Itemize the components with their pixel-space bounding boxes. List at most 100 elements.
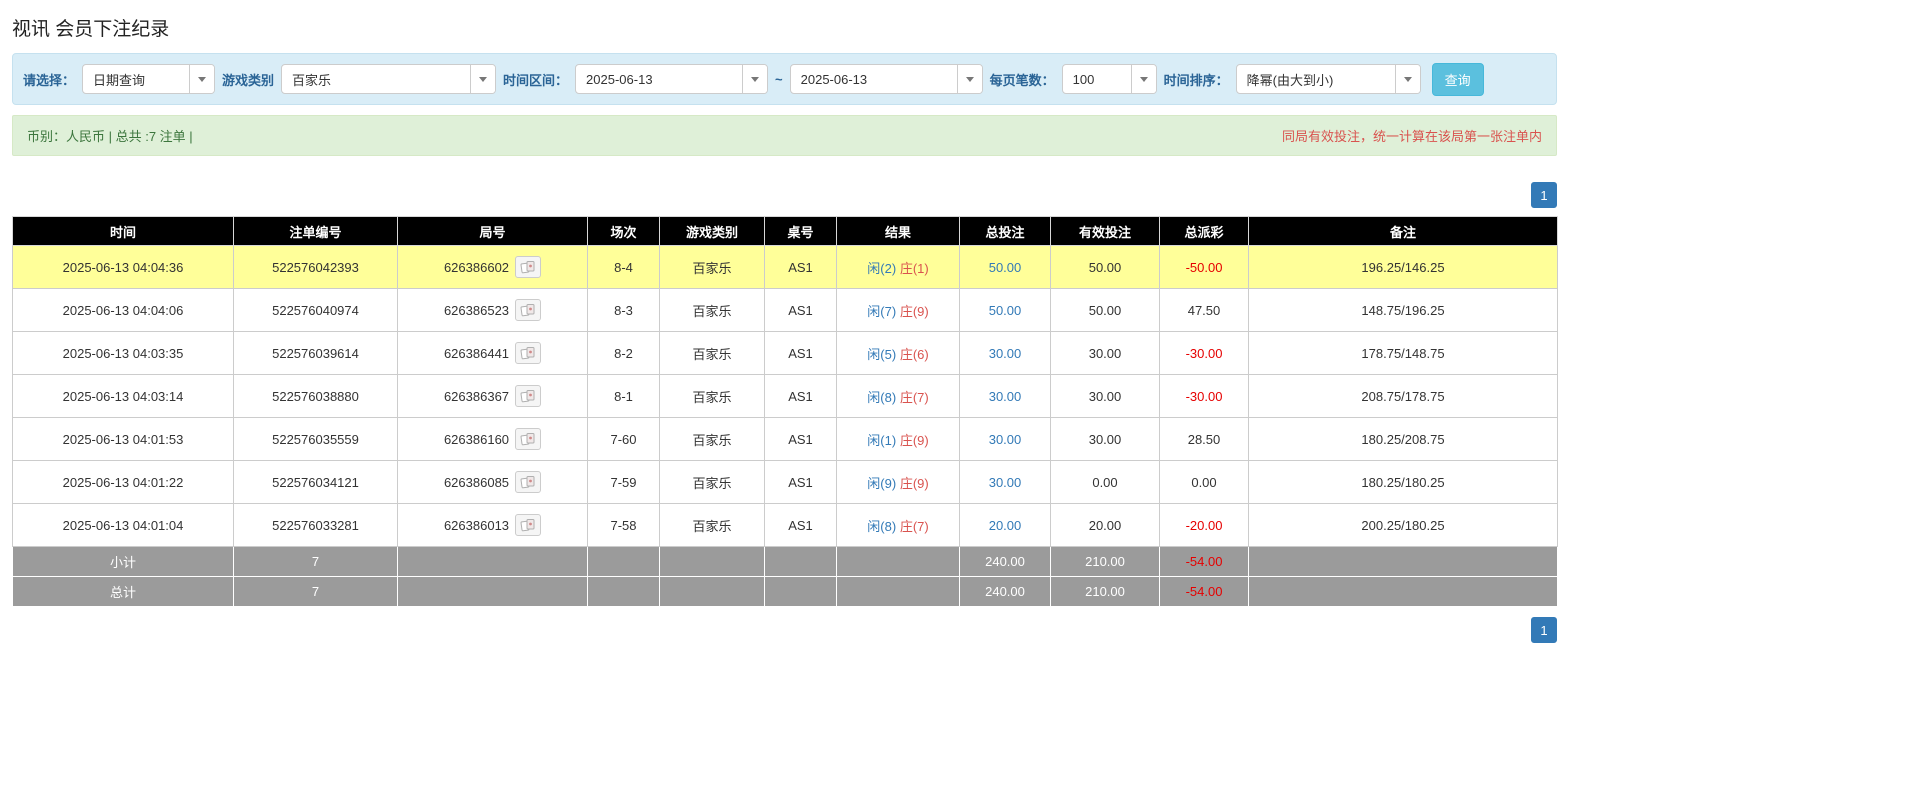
chevron-down-icon[interactable] [957,65,982,93]
col-payout: 总派彩 [1160,217,1249,246]
cell-bet-id: 522576040974 [234,289,398,332]
cell-remark: 148.75/196.25 [1249,289,1558,332]
round-id-value: 626386441 [444,346,509,361]
cell-payout: -50.00 [1160,246,1249,289]
total-count: 7 [234,577,398,607]
cell-bet-id: 522576035559 [234,418,398,461]
cell-payout: -30.00 [1160,332,1249,375]
result-player: 闲(9) [867,476,896,491]
chevron-down-icon[interactable] [1395,65,1420,93]
table-body: 2025-06-13 04:04:36 522576042393 6263866… [13,246,1558,547]
cell-table-no: AS1 [765,332,837,375]
subtotal-payout: -54.00 [1160,547,1249,577]
page: 视讯 会员下注纪录 请选择： 日期查询 游戏类别 百家乐 时间区间： 2025-… [0,0,1919,787]
cell-game-type: 百家乐 [660,246,765,289]
view-cards-icon[interactable] [515,385,541,407]
result-player: 闲(7) [867,304,896,319]
cell-round-id: 626386160 [398,418,588,461]
cell-game-type: 百家乐 [660,504,765,547]
total-bet-link[interactable]: 30.00 [989,432,1022,447]
result-banker: 庄(7) [900,519,929,534]
cell-remark: 178.75/148.75 [1249,332,1558,375]
cell-table-no: AS1 [765,461,837,504]
cell-result: 闲(2) 庄(1) [837,246,960,289]
col-table-no: 桌号 [765,217,837,246]
filter-bar: 请选择： 日期查询 游戏类别 百家乐 时间区间： 2025-06-13 ~ 20… [12,53,1557,105]
cell-remark: 180.25/208.75 [1249,418,1558,461]
chevron-down-icon[interactable] [470,65,495,93]
pagination-top: 1 [12,182,1557,208]
view-cards-icon[interactable] [515,428,541,450]
total-bet-link[interactable]: 20.00 [989,518,1022,533]
search-button[interactable]: 查询 [1432,63,1484,96]
bet-records-table: 时间 注单编号 局号 场次 游戏类别 桌号 结果 总投注 有效投注 总派彩 备注… [12,216,1558,607]
cell-total-bet: 30.00 [960,375,1051,418]
view-cards-icon[interactable] [515,256,541,278]
chevron-down-icon[interactable] [189,65,214,93]
round-id-value: 626386085 [444,475,509,490]
result-player: 闲(8) [867,519,896,534]
col-result: 结果 [837,217,960,246]
total-bet-link[interactable]: 50.00 [989,260,1022,275]
cell-table-no: AS1 [765,375,837,418]
cell-session: 8-3 [588,289,660,332]
table-row: 2025-06-13 04:03:35 522576039614 6263864… [13,332,1558,375]
subtotal-total-bet: 240.00 [960,547,1051,577]
cell-time: 2025-06-13 04:04:06 [13,289,234,332]
result-player: 闲(2) [867,261,896,276]
cell-valid-bet: 50.00 [1051,289,1160,332]
result-banker: 庄(6) [900,347,929,362]
cell-valid-bet: 30.00 [1051,375,1160,418]
date-range-separator: ~ [775,72,783,87]
chevron-down-icon[interactable] [1131,65,1156,93]
cell-result: 闲(1) 庄(9) [837,418,960,461]
content: 视讯 会员下注纪录 请选择： 日期查询 游戏类别 百家乐 时间区间： 2025-… [12,0,1557,673]
cell-time: 2025-06-13 04:04:36 [13,246,234,289]
view-cards-icon[interactable] [515,471,541,493]
view-cards-icon[interactable] [515,299,541,321]
total-bet-link[interactable]: 30.00 [989,389,1022,404]
subtotal-label: 小计 [13,547,234,577]
total-bet-link[interactable]: 30.00 [989,475,1022,490]
subtotal-valid-bet: 210.00 [1051,547,1160,577]
page-size-label: 每页笔数： [990,70,1055,89]
page-1-button[interactable]: 1 [1531,617,1557,643]
view-cards-icon[interactable] [515,342,541,364]
cell-game-type: 百家乐 [660,332,765,375]
col-remark: 备注 [1249,217,1558,246]
pagination-bottom: 1 [12,617,1557,673]
page-1-button[interactable]: 1 [1531,182,1557,208]
page-size-select[interactable]: 100 [1062,64,1157,94]
cell-game-type: 百家乐 [660,289,765,332]
date-to-select[interactable]: 2025-06-13 [790,64,983,94]
select-label: 请选择： [23,70,75,89]
cell-result: 闲(8) 庄(7) [837,504,960,547]
cell-round-id: 626386602 [398,246,588,289]
currency-total-text: 币别：人民币 | 总共 :7 注单 | [27,126,193,145]
date-from-select[interactable]: 2025-06-13 [575,64,768,94]
result-player: 闲(1) [867,433,896,448]
total-bet-link[interactable]: 30.00 [989,346,1022,361]
cell-time: 2025-06-13 04:01:22 [13,461,234,504]
chevron-down-icon[interactable] [742,65,767,93]
total-bet-link[interactable]: 50.00 [989,303,1022,318]
summary-bar: 币别：人民币 | 总共 :7 注单 | 同局有效投注，统一计算在该局第一张注单内 [12,115,1557,156]
total-row: 总计 7 240.00 210.00 -54.00 [13,577,1558,607]
sort-select[interactable]: 降幂(由大到小) [1236,64,1421,94]
cell-valid-bet: 30.00 [1051,418,1160,461]
sort-label: 时间排序： [1164,70,1229,89]
cell-game-type: 百家乐 [660,418,765,461]
game-type-select[interactable]: 百家乐 [281,64,496,94]
cell-time: 2025-06-13 04:03:14 [13,375,234,418]
cell-game-type: 百家乐 [660,461,765,504]
cell-session: 7-58 [588,504,660,547]
view-cards-icon[interactable] [515,514,541,536]
cell-payout: 47.50 [1160,289,1249,332]
cell-total-bet: 50.00 [960,246,1051,289]
table-row: 2025-06-13 04:01:53 522576035559 6263861… [13,418,1558,461]
cell-valid-bet: 30.00 [1051,332,1160,375]
round-id-value: 626386160 [444,432,509,447]
cell-bet-id: 522576034121 [234,461,398,504]
cell-valid-bet: 20.00 [1051,504,1160,547]
query-type-select[interactable]: 日期查询 [82,64,215,94]
